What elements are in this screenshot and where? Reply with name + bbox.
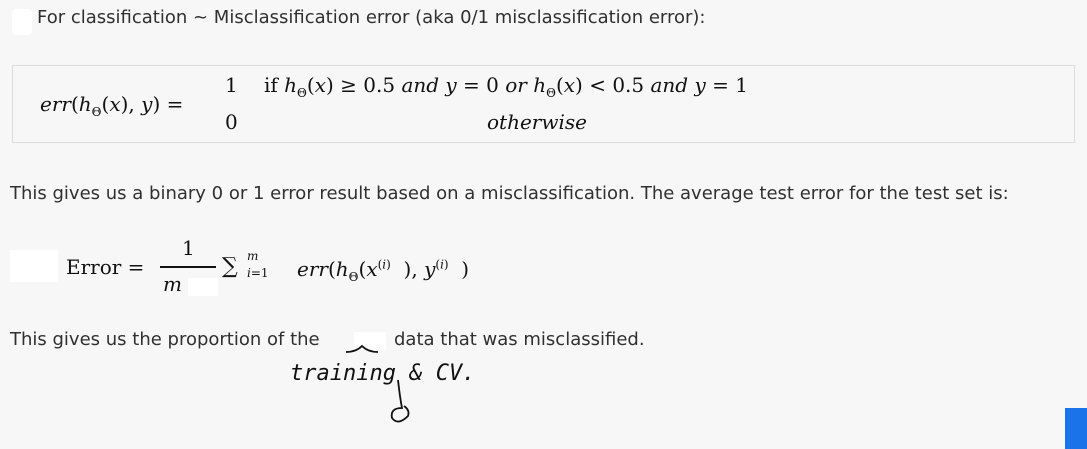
formula1-case1-value: 1 — [225, 73, 238, 97]
formula2-sum-lower: i=1 — [247, 266, 269, 280]
redaction-mask-2 — [188, 278, 218, 296]
scroll-to-top-button[interactable] — [1065, 408, 1087, 449]
formula2-body: err(hΘ(x(i) ), y(i) ) — [297, 257, 470, 284]
handwritten-text: training & CV. — [290, 361, 475, 386]
handwritten-annotation: training & CV. — [290, 344, 475, 423]
redaction-mask — [10, 250, 58, 282]
formula2-lhs: Error = — [66, 255, 145, 279]
formula2-numerator: 1 — [182, 236, 195, 260]
paragraph-average-test-error: This gives us a binary 0 or 1 error resu… — [10, 183, 1009, 204]
formula2-fraction-bar — [160, 266, 216, 268]
formula1-case2-value: 0 — [225, 110, 238, 134]
formula2-sum-upper: m — [247, 249, 259, 263]
formula2-denominator: m — [163, 272, 182, 296]
bullet-mask — [12, 9, 32, 35]
formula1-lhs: err(hΘ(x), y) = — [40, 92, 184, 119]
formula1-case1-condition: if hΘ(x) ≥ 0.5 and y = 0 or hΘ(x) < 0.5 … — [264, 73, 748, 100]
sum-icon: ∑ — [222, 254, 238, 279]
paragraph-proportion-before: This gives us the proportion of the — [10, 329, 320, 350]
intro-text: For classification ~ Misclassification e… — [37, 7, 706, 28]
formula1-case2-condition: otherwise — [487, 110, 587, 134]
